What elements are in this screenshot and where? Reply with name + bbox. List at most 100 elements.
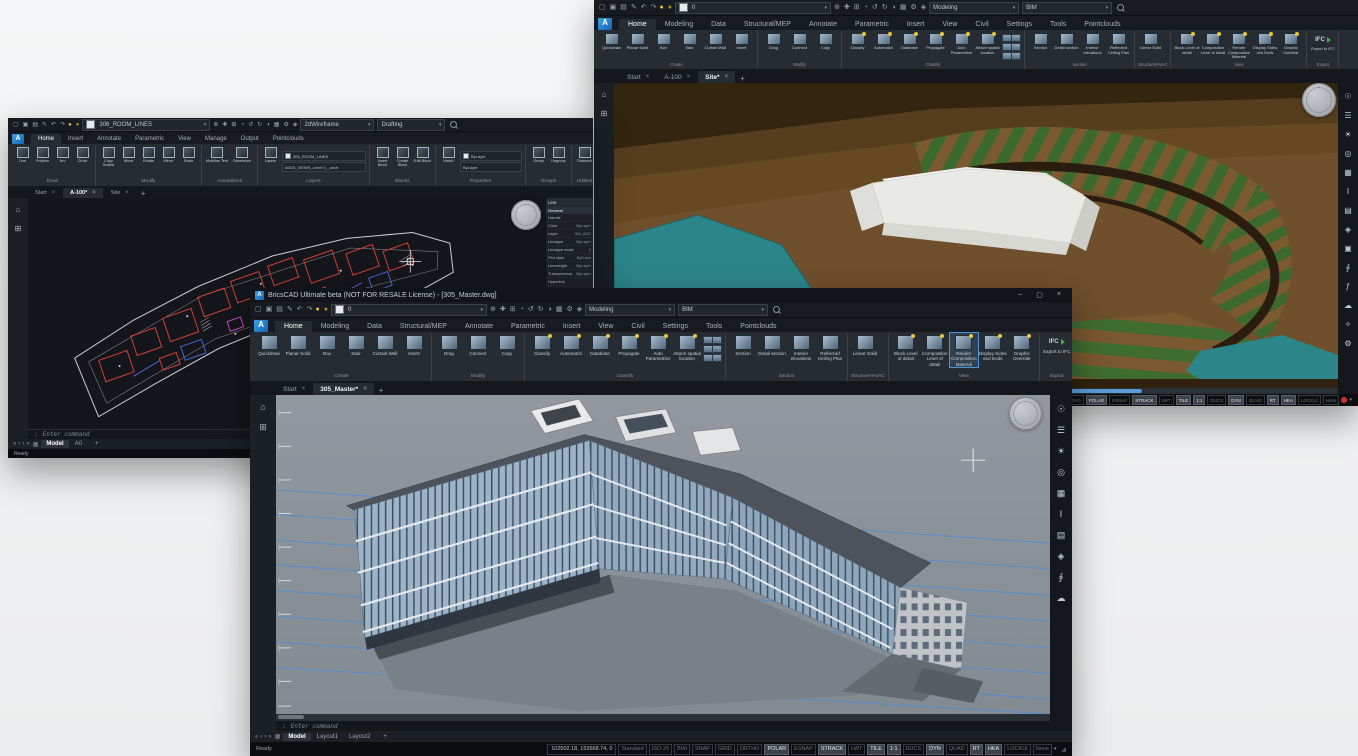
ribbon-button[interactable]: Database bbox=[897, 31, 922, 51]
panel-tool-icon[interactable]: ▦ bbox=[1057, 483, 1066, 504]
ribbon-button[interactable]: Propagate bbox=[615, 333, 643, 356]
ribbon-button[interactable]: Stair bbox=[342, 333, 370, 356]
ribbon-button[interactable]: Graphic Override bbox=[1008, 333, 1036, 362]
layer-bulb-icon[interactable]: ● bbox=[76, 122, 80, 128]
property-row[interactable]: TransparencyByLayer bbox=[546, 270, 593, 278]
layout-nav-button[interactable]: » bbox=[26, 441, 29, 447]
ribbon-tab[interactable]: Annotate bbox=[456, 321, 502, 332]
new-layout-button[interactable]: + bbox=[378, 734, 392, 740]
qat-icon[interactable]: ⊞ bbox=[231, 122, 236, 128]
ribbon-button[interactable]: Auto Parametrize bbox=[644, 333, 672, 362]
ribbon-button[interactable]: Section bbox=[1028, 31, 1053, 51]
maximize-button[interactable]: ▢ bbox=[1036, 291, 1043, 299]
layout-grid-icon[interactable]: ▦ bbox=[33, 441, 39, 448]
ribbon-button[interactable]: Auto Parametrize bbox=[949, 31, 974, 55]
ribbon-button[interactable]: Copy bbox=[813, 31, 838, 51]
ribbon-tab[interactable]: Annotate bbox=[800, 19, 846, 30]
qat-icon[interactable]: ⊕ bbox=[490, 306, 496, 313]
home-icon[interactable]: ⌂ bbox=[602, 90, 607, 99]
ribbon-tab[interactable]: Data bbox=[702, 19, 735, 30]
ribbon-button[interactable]: Dimension bbox=[230, 145, 254, 163]
ribbon-button[interactable]: Composition Level of detail bbox=[1200, 31, 1225, 55]
ribbon-tab[interactable]: Output bbox=[234, 134, 266, 144]
layout-nav-button[interactable]: › bbox=[22, 441, 24, 447]
ribbon-button[interactable]: Line bbox=[13, 145, 32, 163]
close-icon[interactable]: × bbox=[125, 190, 129, 196]
qat-icon[interactable]: ↶ bbox=[51, 122, 56, 128]
ribbon-button[interactable]: Edit Block bbox=[413, 145, 432, 163]
close-icon[interactable]: × bbox=[92, 190, 96, 196]
status-field[interactable]: ISO-25 bbox=[649, 744, 672, 755]
ribbon-button[interactable]: Multiline Text bbox=[205, 145, 229, 163]
ribbon-tab[interactable]: Tools bbox=[697, 321, 731, 332]
ribbon-button[interactable]: Copy Scaled bbox=[99, 145, 118, 167]
ribbon-button[interactable]: Reflected Ceiling Plan bbox=[816, 333, 844, 362]
qat-icon[interactable]: ✚ bbox=[844, 4, 850, 11]
status-toggle[interactable]: LWT bbox=[1159, 395, 1174, 405]
qat-icon[interactable]: ◈ bbox=[921, 4, 926, 11]
qat-icon[interactable]: ↷ bbox=[651, 4, 657, 11]
qat-icon[interactable]: ▦ bbox=[274, 122, 280, 128]
ribbon-button[interactable]: Reflected Ceiling Plan bbox=[1106, 31, 1131, 55]
document-tab[interactable]: A-100*× bbox=[63, 188, 103, 198]
panel-tool-icon[interactable]: ƒ bbox=[1346, 277, 1350, 296]
status-toggle[interactable]: POLAR bbox=[764, 744, 789, 755]
status-toggle[interactable]: HKA bbox=[985, 744, 1002, 755]
ribbon-button[interactable]: Distance bbox=[575, 145, 593, 163]
property-row[interactable]: LineweightByLayer bbox=[546, 262, 593, 270]
close-icon[interactable]: × bbox=[52, 190, 56, 196]
qat-icon[interactable]: ↺ bbox=[528, 306, 534, 313]
close-icon[interactable]: × bbox=[687, 74, 691, 80]
panel-tool-icon[interactable]: ☁ bbox=[1057, 588, 1066, 609]
ribbon-button[interactable]: Display Sides and Ends bbox=[1252, 31, 1277, 55]
search-icon[interactable] bbox=[450, 121, 457, 128]
horizontal-scrollbar[interactable] bbox=[276, 714, 1050, 720]
structure-browser-icon[interactable]: ⊞ bbox=[15, 224, 22, 233]
status-toggle[interactable]: 1:1 bbox=[1193, 395, 1205, 405]
ribbon-button[interactable]: Interior elevations bbox=[787, 333, 815, 362]
export-to-ifc-button[interactable]: IFCExport to IFC bbox=[1310, 31, 1335, 52]
qat-icon[interactable]: ◔ bbox=[864, 4, 868, 11]
ribbon-button[interactable]: Rotate bbox=[139, 145, 158, 163]
panel-tool-icon[interactable]: ∮ bbox=[1346, 258, 1350, 277]
layout-nav-button[interactable]: › bbox=[264, 734, 266, 740]
ribbon-button[interactable]: Automatch bbox=[557, 333, 585, 356]
layout-grid-icon[interactable]: ▦ bbox=[275, 733, 281, 740]
status-toggle[interactable]: LOCKUI bbox=[1298, 395, 1321, 405]
status-toggle[interactable]: DUCS bbox=[1207, 395, 1226, 405]
qat-icon[interactable]: ▤ bbox=[276, 306, 283, 313]
qat-icon[interactable]: ↷ bbox=[60, 122, 65, 128]
property-row[interactable]: LinetypeByLayer bbox=[546, 238, 593, 246]
ribbon-button[interactable]: Section bbox=[729, 333, 757, 356]
qat-icon[interactable]: ⊕ bbox=[213, 122, 218, 128]
layer-bulb-icon[interactable]: ● bbox=[68, 122, 72, 128]
ribbon-button[interactable]: Scale bbox=[179, 145, 198, 163]
ribbon-button[interactable]: Planar Solid bbox=[625, 31, 650, 51]
panel-tool-icon[interactable]: ☉ bbox=[1057, 399, 1065, 420]
layout-tab[interactable]: Model bbox=[41, 440, 68, 448]
status-toggle[interactable]: None bbox=[1323, 395, 1340, 405]
status-toggle[interactable]: POLAR bbox=[1086, 395, 1107, 405]
minimize-button[interactable]: – bbox=[1018, 291, 1022, 299]
home-icon[interactable]: ⌂ bbox=[260, 402, 265, 412]
status-toggle[interactable]: SNAP bbox=[692, 744, 713, 755]
qat-icon[interactable]: ↺ bbox=[248, 122, 253, 128]
ribbon-tab[interactable]: Home bbox=[275, 321, 312, 332]
color-dropdown[interactable]: ByLayer bbox=[460, 151, 522, 161]
qat-icon[interactable]: ↻ bbox=[257, 122, 262, 128]
structure-browser-icon[interactable]: ⊞ bbox=[601, 109, 608, 118]
ribbon-button[interactable]: Classify bbox=[845, 31, 870, 51]
qat-icon[interactable]: ▣ bbox=[23, 122, 29, 128]
new-layout-button[interactable]: + bbox=[90, 441, 104, 447]
ribbon-tab[interactable]: Manage bbox=[198, 134, 234, 144]
qat-icon[interactable]: ↻ bbox=[538, 306, 544, 313]
ribbon-tab[interactable]: Home bbox=[31, 134, 61, 144]
layer-filter-dropdown[interactable]: A0G0_VIEWS_Level 0__secti bbox=[282, 162, 366, 172]
ribbon-button[interactable]: Detail section bbox=[1054, 31, 1079, 51]
search-icon[interactable] bbox=[773, 306, 780, 313]
ribbon-button[interactable]: Quickdraw bbox=[599, 31, 624, 51]
ribbon-tab[interactable]: Parametric bbox=[846, 19, 898, 30]
record-icon[interactable] bbox=[1341, 397, 1347, 403]
status-toggle[interactable]: TILE bbox=[867, 744, 885, 755]
ribbon-tab[interactable]: Modeling bbox=[656, 19, 702, 30]
